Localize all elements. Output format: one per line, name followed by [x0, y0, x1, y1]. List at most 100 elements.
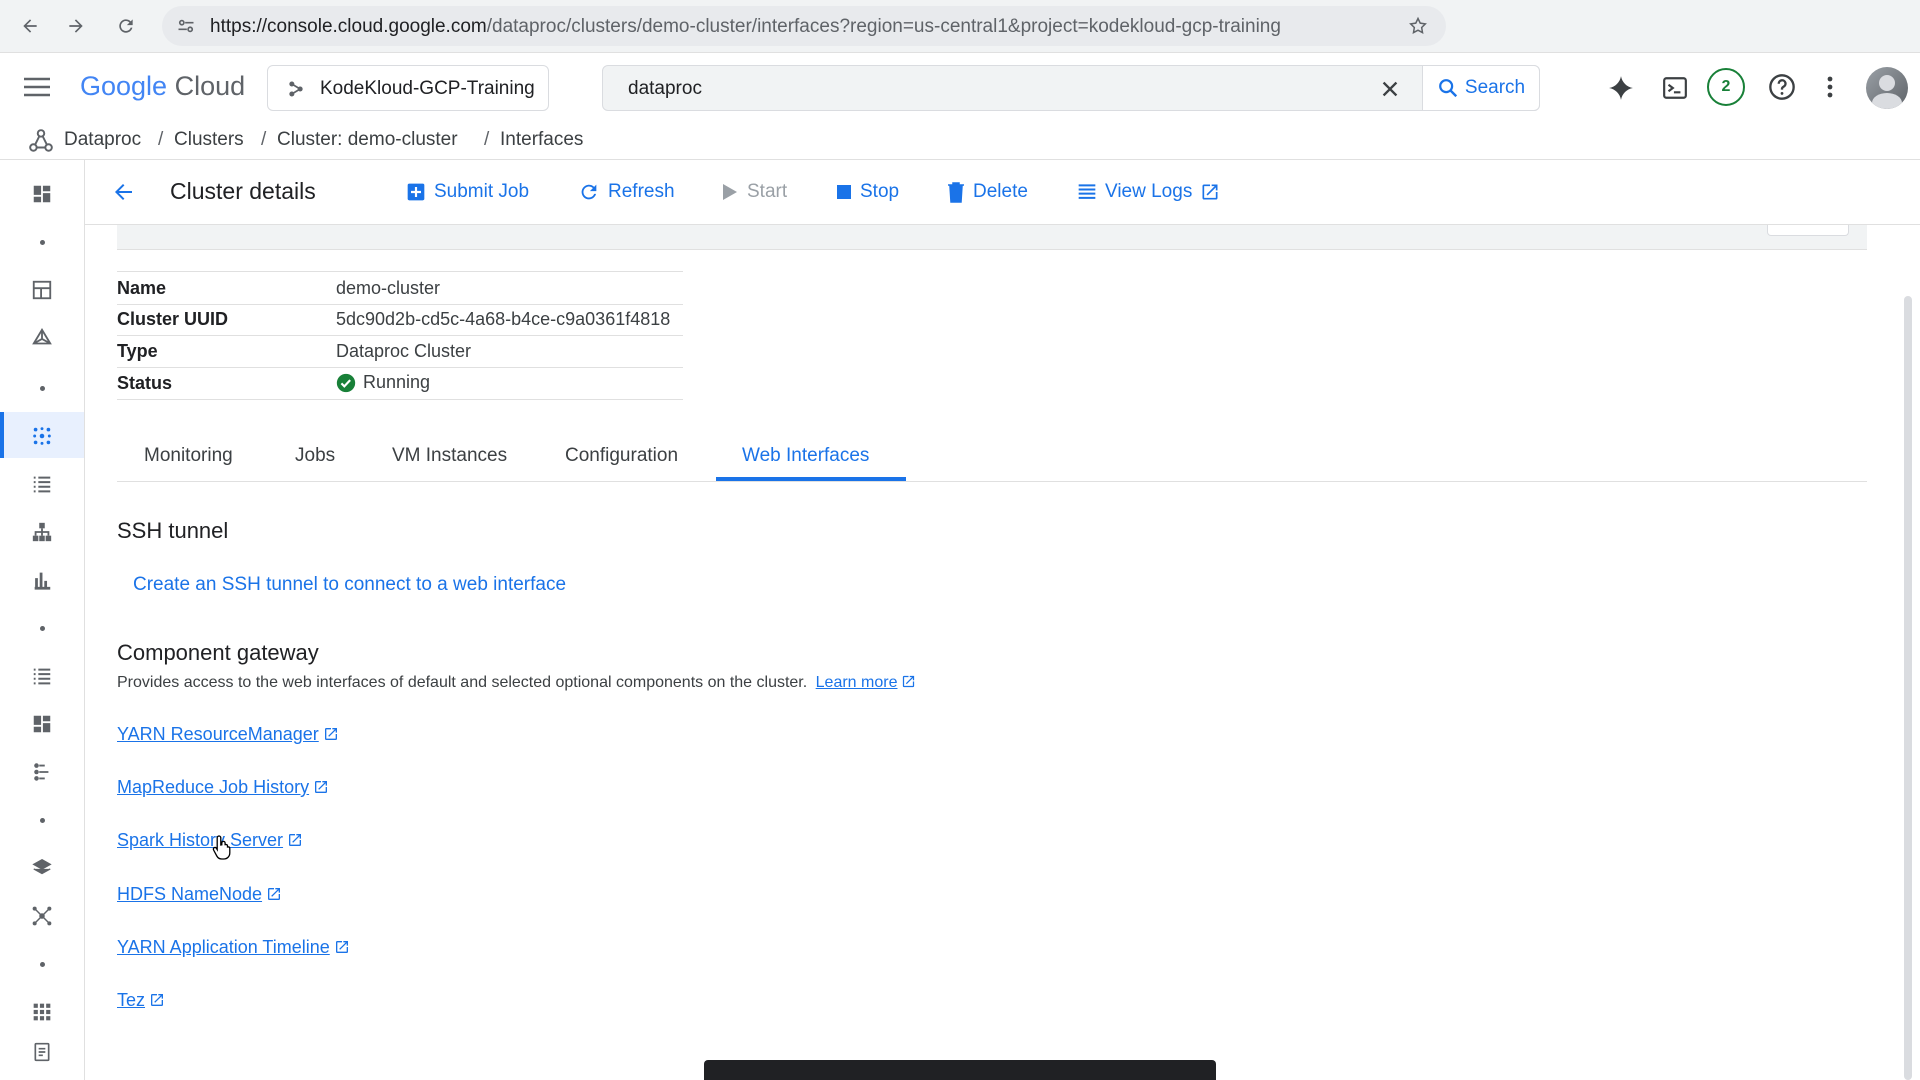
details-key: Type — [117, 341, 158, 361]
site-settings-icon[interactable] — [176, 16, 196, 36]
external-link-icon — [151, 994, 164, 1006]
apps-grid-icon[interactable] — [30, 1000, 54, 1024]
tab-configuration[interactable]: Configuration — [565, 445, 678, 467]
external-link-icon — [268, 888, 281, 900]
tab-jobs[interactable]: Jobs — [295, 445, 335, 467]
search-button[interactable]: Search — [1422, 65, 1540, 111]
page-scrollbar[interactable] — [1904, 296, 1912, 1080]
learn-more-link[interactable]: Learn more — [816, 674, 917, 691]
metastore-icon[interactable] — [30, 856, 54, 880]
explore-icon[interactable] — [30, 326, 54, 350]
logo-google-text: Google — [80, 71, 168, 101]
clusters-icon[interactable] — [30, 424, 54, 448]
page-title: Cluster details — [170, 178, 316, 204]
tab-monitoring[interactable]: Monitoring — [144, 445, 233, 467]
details-key: Cluster UUID — [117, 309, 229, 329]
dashboard-icon[interactable] — [30, 182, 54, 206]
batches-list-icon[interactable] — [30, 664, 54, 688]
console-header: Google Cloud KodeKloud-GCP-Training data… — [0, 53, 1920, 123]
breadcrumb-interfaces: Interfaces — [500, 129, 584, 150]
view-logs-button[interactable]: View Logs — [1077, 178, 1220, 206]
browser-toolbar: https://console.cloud.google.com/datapro… — [0, 0, 1920, 53]
page-toolbar: Cluster details Submit Job Refresh Start… — [85, 160, 1920, 225]
delete-button[interactable]: Delete — [947, 178, 1028, 206]
rail-separator-dot — [40, 818, 45, 823]
status-text: Running — [363, 372, 431, 392]
submit-job-button[interactable]: Submit Job — [406, 178, 529, 206]
refresh-button[interactable]: Refresh — [578, 178, 675, 206]
details-row-status: Status Running — [117, 367, 683, 400]
rail-separator-dot — [40, 962, 45, 967]
breadcrumb-clusters[interactable]: Clusters — [174, 129, 244, 151]
active-tab-indicator — [716, 477, 906, 481]
refresh-label: Refresh — [608, 181, 675, 202]
refresh-icon — [581, 184, 597, 200]
avatar[interactable] — [1866, 67, 1908, 109]
details-value: 5dc90d2b-cd5c-4a68-b4ce-c9a0361f4818 — [336, 309, 671, 329]
details-row-type: Type Dataproc Cluster — [117, 335, 683, 368]
back-icon[interactable] — [16, 12, 44, 40]
hdfs-namenode-link[interactable]: HDFS NameNode — [117, 884, 282, 905]
search-input-value: dataproc — [628, 78, 702, 99]
start-button[interactable]: Start — [721, 178, 787, 206]
start-label: Start — [747, 181, 788, 202]
search-input[interactable]: dataproc — [602, 65, 1540, 111]
network-icon[interactable] — [30, 904, 54, 928]
create-ssh-tunnel-link[interactable]: Create an SSH tunnel to connect to a web… — [133, 574, 566, 596]
bookmark-star-icon[interactable] — [1408, 16, 1428, 36]
address-bar[interactable]: https://console.cloud.google.com/datapro… — [162, 6, 1446, 46]
stop-button[interactable]: Stop — [836, 178, 899, 206]
details-key: Name — [117, 278, 167, 298]
yarn-application-timeline-link[interactable]: YARN Application Timeline — [117, 937, 350, 958]
tab-vm-instances[interactable]: VM Instances — [392, 445, 507, 467]
bar-chart-icon[interactable] — [30, 568, 54, 592]
component-gateway-heading: Component gateway — [117, 640, 319, 665]
play-icon — [723, 184, 737, 200]
stop-icon — [837, 185, 851, 199]
project-name: KodeKloud-GCP-Training — [320, 78, 535, 99]
release-notes-icon[interactable] — [30, 1040, 54, 1064]
main-menu-icon[interactable] — [24, 76, 50, 98]
breadcrumb-separator: / — [158, 129, 164, 150]
details-row-uuid: Cluster UUID 5dc90d2b-cd5c-4a68-b4ce-c9a… — [117, 303, 683, 336]
external-link-icon — [1202, 184, 1218, 200]
delete-label: Delete — [973, 181, 1028, 202]
spark-history-server-link[interactable]: Spark History Server — [117, 830, 303, 851]
scrolled-summary-strip — [117, 225, 1867, 250]
product-nav-rail — [0, 160, 85, 1080]
rail-separator-dot — [40, 240, 45, 245]
jobs-list-icon[interactable] — [30, 472, 54, 496]
search-button-label: Search — [1464, 77, 1526, 98]
snackbar — [704, 1060, 1216, 1080]
templates-icon[interactable] — [30, 760, 54, 784]
reload-icon[interactable] — [112, 12, 140, 40]
rail-separator-dot — [40, 626, 45, 631]
mapreduce-job-history-link[interactable]: MapReduce Job History — [117, 777, 329, 798]
clear-search-icon[interactable] — [1379, 78, 1401, 100]
workflows-icon[interactable] — [30, 520, 54, 544]
project-selector[interactable]: KodeKloud-GCP-Training — [267, 65, 549, 111]
add-box-icon — [407, 183, 425, 201]
layout-icon[interactable] — [30, 278, 54, 302]
google-cloud-logo[interactable]: Google Cloud — [80, 71, 245, 102]
stop-label: Stop — [860, 181, 900, 202]
cloud-shell-icon[interactable] — [1662, 75, 1688, 101]
gemini-sparkle-icon[interactable] — [1608, 75, 1634, 101]
notifications-badge[interactable]: 2 — [1707, 68, 1745, 106]
notification-count: 2 — [1721, 78, 1731, 95]
tab-web-interfaces[interactable]: Web Interfaces — [742, 445, 869, 467]
yarn-resourcemanager-link[interactable]: YARN ResourceManager — [117, 724, 339, 745]
interactive-icon[interactable] — [30, 712, 54, 736]
details-value: Dataproc Cluster — [336, 341, 472, 361]
tez-link[interactable]: Tez — [117, 990, 165, 1011]
external-link-icon — [315, 781, 328, 793]
back-arrow-icon[interactable] — [111, 180, 135, 204]
external-link-icon — [335, 941, 348, 953]
more-vert-icon[interactable] — [1826, 75, 1834, 99]
view-logs-label: View Logs — [1105, 181, 1193, 202]
breadcrumb-cluster[interactable]: Cluster: demo-cluster — [277, 129, 458, 151]
forward-icon[interactable] — [62, 12, 90, 40]
help-icon[interactable] — [1768, 73, 1796, 101]
breadcrumb-dataproc[interactable]: Dataproc — [64, 129, 141, 151]
check-circle-icon — [336, 373, 356, 392]
